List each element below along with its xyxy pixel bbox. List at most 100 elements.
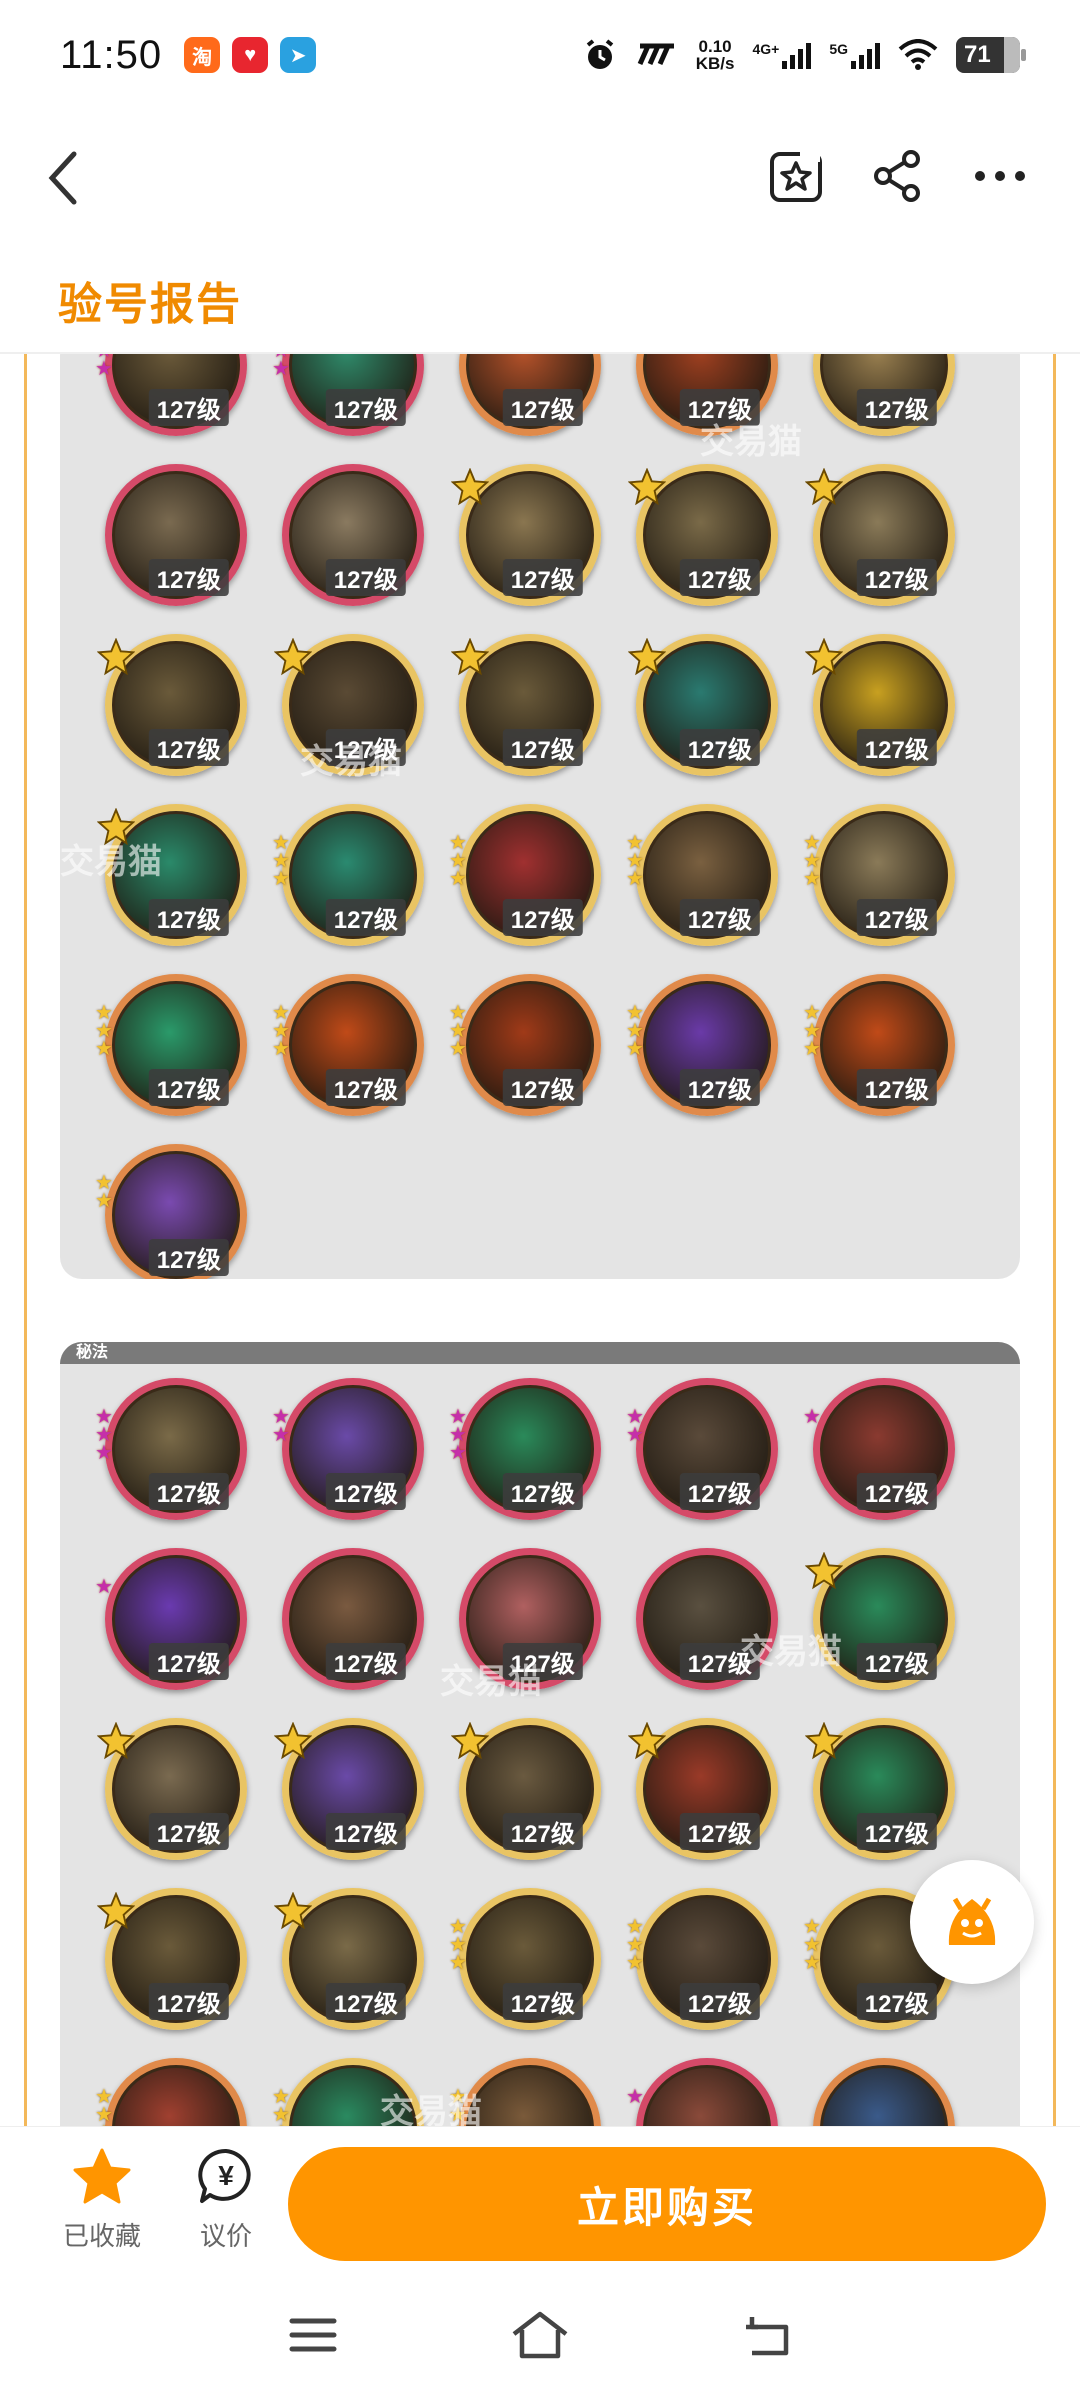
skill-icon[interactable]: 127级 bbox=[451, 1718, 601, 1860]
skill-icon[interactable]: 127级 bbox=[813, 354, 955, 436]
skill-icon[interactable]: 127级★★★ bbox=[95, 1378, 247, 1520]
skill-level-label: 127级 bbox=[679, 1473, 760, 1510]
skill-icon[interactable]: 127级★ bbox=[803, 1378, 955, 1520]
skill-icon[interactable]: 127级★★★ bbox=[626, 1888, 778, 2030]
skill-icon[interactable]: 127级 bbox=[628, 634, 778, 776]
star-rank-icon: ★ bbox=[95, 1576, 113, 1598]
skill-icon[interactable]: 127级 bbox=[813, 2058, 955, 2126]
skill-icon[interactable]: 127级 bbox=[459, 354, 601, 436]
system-back-button[interactable] bbox=[732, 2305, 802, 2365]
star-box-icon bbox=[770, 148, 822, 202]
skill-icon[interactable]: 127级 ★★★ bbox=[449, 1378, 601, 1520]
bargain-button[interactable]: ¥ 议价 bbox=[186, 2147, 266, 2253]
star-rank-icon: ★ ★ bbox=[95, 1172, 113, 1212]
skill-icon[interactable]: 127级★★★ bbox=[95, 2058, 247, 2126]
system-home-button[interactable] bbox=[505, 2305, 575, 2365]
secret-skills-panel: 秘法 127级 ★ ★ ★ 127级 ★ ★ 127级 ★ ★ ★ 127级 ★ ★ 127级 ★ 127级 ★ 1… bbox=[60, 1342, 1020, 2126]
skill-icon[interactable]: 127级★★★ bbox=[95, 354, 247, 436]
back-button[interactable] bbox=[40, 148, 90, 208]
assistant-float-button[interactable] bbox=[910, 1860, 1034, 1984]
skill-icon[interactable]: 127级 bbox=[636, 1548, 778, 1690]
battery-level: 71 bbox=[964, 41, 991, 68]
skill-icon[interactable]: 127级 bbox=[97, 804, 247, 946]
skill-level-label: 127级 bbox=[148, 1069, 229, 1106]
share-button[interactable] bbox=[868, 146, 928, 206]
star-rank-icon: ★★★ bbox=[272, 354, 290, 380]
skill-icon[interactable]: 127级★★★ bbox=[449, 804, 601, 946]
skill-level-label: 127级 bbox=[502, 389, 583, 426]
net-speed: 0.10 KB/s bbox=[696, 38, 735, 72]
skill-level-label: 127级 bbox=[856, 1069, 937, 1106]
skill-icon[interactable]: 127级 bbox=[628, 464, 778, 606]
skill-icon[interactable]: 127级★★★ bbox=[803, 804, 955, 946]
skill-icon[interactable]: 127级 bbox=[97, 634, 247, 776]
skill-icon[interactable]: 127级 ★ ★ bbox=[272, 1378, 424, 1520]
star-rank-icon: ★★★ bbox=[626, 1916, 644, 1974]
more-button[interactable] bbox=[970, 146, 1030, 206]
five-star-badge-icon bbox=[451, 468, 489, 506]
status-time: 11:50 bbox=[60, 32, 163, 77]
skill-level-label: 127级 bbox=[679, 1069, 760, 1106]
back-arrow-icon bbox=[745, 2317, 788, 2356]
skill-level-label: 127级 bbox=[502, 1473, 583, 1510]
skill-icon[interactable]: 127级 bbox=[805, 1718, 955, 1860]
signal-4g-label: 4G+ bbox=[752, 41, 780, 57]
system-menu-button[interactable] bbox=[278, 2305, 348, 2365]
skill-icon[interactable]: 127级★★★ bbox=[449, 2058, 601, 2126]
five-star-badge-icon bbox=[628, 468, 666, 506]
skill-icon[interactable]: 127级★★★ bbox=[272, 2058, 424, 2126]
skill-icon[interactable]: 127级 ★★★ bbox=[272, 354, 424, 436]
skill-icon[interactable]: 127级★★★ bbox=[95, 974, 247, 1116]
skill-icon[interactable]: 127级 ★ ★ bbox=[626, 1378, 778, 1520]
skill-icon[interactable]: 127级★★★ bbox=[449, 1888, 601, 2030]
skill-icon[interactable]: 127级 ★★★ bbox=[803, 974, 955, 1116]
skill-icon[interactable]: 127级 bbox=[282, 1548, 424, 1690]
five-star-badge-icon bbox=[97, 1722, 135, 1760]
carrier-icon bbox=[637, 43, 674, 66]
skill-icon[interactable]: 127级 bbox=[274, 634, 424, 776]
star-rank-icon: ★★★ bbox=[449, 1002, 467, 1060]
skill-level-label: 127级 bbox=[325, 389, 406, 426]
skill-icon[interactable]: 127级 bbox=[451, 464, 601, 606]
skill-icon[interactable]: 127级 bbox=[628, 1718, 778, 1860]
star-rank-icon: ★★★ bbox=[803, 1002, 821, 1060]
secret-panel-label: 秘法 bbox=[60, 1342, 1020, 1364]
skill-icon[interactable]: 127级★★★ bbox=[626, 804, 778, 946]
skill-level-label: 127级 bbox=[856, 729, 937, 766]
skill-icon[interactable]: 127级★ bbox=[636, 354, 778, 436]
skill-artwork bbox=[459, 2058, 601, 2126]
favorite-star-button[interactable] bbox=[766, 146, 826, 206]
skill-icon[interactable]: 127级 bbox=[805, 1548, 955, 1690]
report-content[interactable]: 127级★★★127级★★★127级127级★127级127级127级127级1… bbox=[0, 354, 1080, 2126]
five-star-badge-icon bbox=[628, 1722, 666, 1760]
skill-icon[interactable]: 127级★★★ bbox=[449, 974, 601, 1116]
wifi-icon bbox=[898, 39, 938, 70]
five-star-badge-icon bbox=[628, 638, 666, 676]
skill-artwork bbox=[105, 2058, 247, 2126]
skill-icon[interactable]: 127级 bbox=[459, 1548, 601, 1690]
skill-icon[interactable]: 127级 bbox=[97, 1888, 247, 2030]
skill-icon[interactable]: 127级★★★ bbox=[272, 974, 424, 1116]
skill-icon[interactable]: 127级 bbox=[451, 634, 601, 776]
skill-icon[interactable]: 127级★ bbox=[626, 2058, 778, 2126]
skill-icon[interactable]: 127级 ★ ★ bbox=[95, 1144, 247, 1279]
chevron-left-icon bbox=[48, 151, 77, 205]
buy-now-button[interactable]: 立即购买 bbox=[288, 2147, 1046, 2261]
red-app-icon: ♥ bbox=[232, 37, 269, 73]
skill-icon[interactable]: 127级 bbox=[274, 1888, 424, 2030]
bottom-action-bar: 已收藏 ¥ 议价 立即购买 bbox=[0, 2126, 1080, 2264]
skill-icon[interactable]: 127级 bbox=[105, 464, 247, 606]
skill-level-label: 127级 bbox=[148, 389, 229, 426]
star-rank-icon: ★★★ bbox=[449, 1406, 467, 1464]
skill-level-label: 127级 bbox=[856, 1813, 937, 1850]
favorite-toggle[interactable]: 已收藏 bbox=[52, 2147, 152, 2253]
skill-icon[interactable]: 127级★★★ bbox=[272, 804, 424, 946]
skill-icon[interactable]: 127级 bbox=[805, 464, 955, 606]
skill-icon[interactable]: 127级★★★ bbox=[626, 974, 778, 1116]
skill-icon[interactable]: 127级★ bbox=[95, 1548, 247, 1690]
skill-icon[interactable]: 127级 bbox=[97, 1718, 247, 1860]
skill-icon[interactable]: 127级 bbox=[282, 464, 424, 606]
skill-level-label: 127级 bbox=[856, 389, 937, 426]
skill-icon[interactable]: 127级 bbox=[805, 634, 955, 776]
skill-icon[interactable]: 127级 bbox=[274, 1718, 424, 1860]
